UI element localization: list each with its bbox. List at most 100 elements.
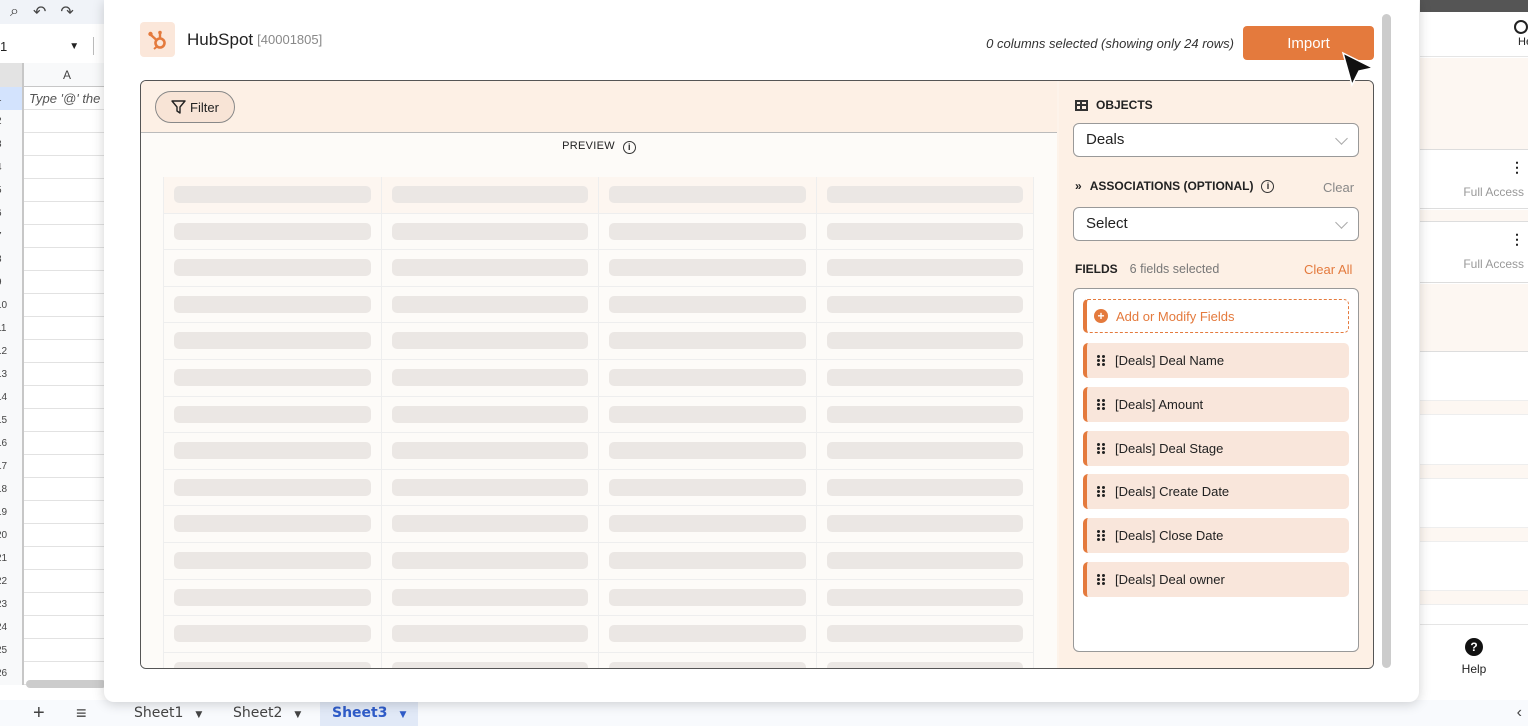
modal-scrollbar[interactable] (1382, 14, 1391, 668)
row-number[interactable]: 4 (0, 156, 24, 179)
collapse-panel-icon[interactable]: ‹ (1517, 700, 1522, 726)
row-number[interactable]: 18 (0, 478, 24, 501)
add-modify-fields-button[interactable]: + Add or Modify Fields (1083, 299, 1349, 333)
sheet-cell[interactable] (26, 616, 110, 639)
row-number[interactable]: 13 (0, 363, 24, 386)
row-number[interactable]: 23 (0, 593, 24, 616)
field-item[interactable]: [Deals] Deal Name (1083, 343, 1349, 378)
sheet-cell[interactable] (26, 156, 110, 179)
row-number[interactable]: 8 (0, 248, 24, 271)
row-number[interactable]: 17 (0, 455, 24, 478)
field-item[interactable]: [Deals] Create Date (1083, 474, 1349, 510)
sheet-cell[interactable] (26, 133, 110, 156)
info-icon[interactable]: i (1261, 179, 1275, 193)
loading-skeleton (826, 588, 1023, 606)
fields-clear-all-button[interactable]: Clear All (1304, 262, 1352, 277)
sheet-tab-sheet1[interactable]: Sheet1 ▼ (122, 700, 214, 726)
field-item[interactable]: [Deals] Close Date (1083, 518, 1349, 554)
associations-select[interactable]: Select (1073, 207, 1359, 241)
row-number[interactable]: 21 (0, 547, 24, 570)
help-button[interactable]: ? Help (1420, 624, 1528, 690)
row-number[interactable]: 16 (0, 432, 24, 455)
sheet-tab-sheet3[interactable]: Sheet3 ▼ (320, 700, 419, 726)
objects-select[interactable]: Deals (1073, 123, 1359, 157)
row-number[interactable]: 26 (0, 662, 24, 685)
drag-handle-icon[interactable] (1097, 486, 1105, 498)
sheet-cell[interactable] (26, 524, 110, 547)
sheet-cell[interactable] (26, 202, 110, 225)
caret-down-icon[interactable]: ▼ (294, 710, 301, 720)
row-number[interactable]: 12 (0, 340, 24, 363)
sheet-cell[interactable] (26, 271, 110, 294)
redo-icon[interactable]: ↷ (60, 2, 73, 22)
row-number[interactable]: 1 (0, 87, 24, 110)
undo-icon[interactable]: ↶ (33, 2, 46, 22)
sheet-cell[interactable] (26, 639, 110, 662)
row-number[interactable]: 6 (0, 202, 24, 225)
sheet-cell[interactable]: Type '@' the (26, 87, 110, 110)
caret-down-icon[interactable]: ▼ (399, 710, 406, 720)
sheet-cell[interactable] (26, 409, 110, 432)
associations-clear-button[interactable]: Clear (1323, 180, 1354, 195)
drag-handle-icon[interactable] (1097, 574, 1105, 585)
sheet-cell[interactable] (26, 110, 110, 133)
sheet-cell[interactable] (26, 547, 110, 570)
field-item[interactable]: [Deals] Deal Stage (1083, 430, 1349, 466)
select-all-corner[interactable] (0, 63, 24, 87)
sheet-cell[interactable] (26, 501, 110, 524)
filter-label: Filter (190, 99, 219, 115)
preview-row (163, 542, 1034, 580)
double-chevron-down-icon[interactable]: » (1075, 179, 1082, 193)
row-number[interactable]: 14 (0, 386, 24, 409)
row-number[interactable]: 7 (0, 225, 24, 248)
sheet-cell[interactable] (26, 432, 110, 455)
sheet-cell[interactable] (26, 248, 110, 271)
sheet-cell[interactable] (26, 340, 110, 363)
filter-button[interactable]: Filter (155, 91, 235, 123)
sheet-cell[interactable] (26, 363, 110, 386)
sheet-cell[interactable] (26, 179, 110, 202)
row-number[interactable]: 22 (0, 570, 24, 593)
row-number[interactable]: 3 (0, 133, 24, 156)
sheet-cell[interactable] (26, 294, 110, 317)
side-card[interactable]: ⋮ Full Access (1420, 151, 1528, 209)
row-number[interactable]: 11 (0, 317, 24, 340)
side-card[interactable]: ⋮ Full Access (1420, 223, 1528, 283)
associations-section-label[interactable]: » ASSOCIATIONS (OPTIONAL) i (1075, 179, 1275, 193)
all-sheets-icon[interactable]: ≡ (76, 700, 87, 726)
field-item[interactable]: [Deals] Amount (1083, 386, 1349, 422)
name-box[interactable]: 1 ▼ (0, 34, 100, 58)
row-number[interactable]: 19 (0, 501, 24, 524)
drag-handle-icon[interactable] (1097, 442, 1105, 454)
row-number[interactable]: 2 (0, 110, 24, 133)
chevron-down-icon[interactable]: ▼ (69, 41, 79, 52)
drag-handle-icon[interactable] (1097, 530, 1105, 542)
row-number[interactable]: 5 (0, 179, 24, 202)
row-number[interactable]: 9 (0, 271, 24, 294)
sheet-cell[interactable] (26, 386, 110, 409)
row-number[interactable]: 24 (0, 616, 24, 639)
sheet-cell[interactable] (26, 593, 110, 616)
column-header-a[interactable]: A (24, 63, 110, 87)
sheet-cell[interactable] (26, 455, 110, 478)
sheet-cell[interactable] (26, 478, 110, 501)
search-icon[interactable]: ⌕ (10, 3, 19, 21)
row-number[interactable]: 20 (0, 524, 24, 547)
drag-handle-icon[interactable] (1097, 355, 1105, 366)
row-number[interactable]: 25 (0, 639, 24, 662)
row-number[interactable]: 15 (0, 409, 24, 432)
sheet-cell[interactable] (26, 225, 110, 248)
drag-handle-icon[interactable] (1097, 398, 1105, 410)
field-item[interactable]: [Deals] Deal owner (1083, 562, 1349, 597)
row-number[interactable]: 10 (0, 294, 24, 317)
history-icon[interactable] (1514, 20, 1528, 34)
more-vert-icon[interactable]: ⋮ (1510, 159, 1524, 176)
more-vert-icon[interactable]: ⋮ (1510, 231, 1524, 248)
sheet-tab-sheet2[interactable]: Sheet2 ▼ (221, 700, 313, 726)
info-icon[interactable]: i (622, 141, 636, 154)
sheet-cell[interactable] (26, 570, 110, 593)
sheet-cell[interactable] (26, 317, 110, 340)
caret-down-icon[interactable]: ▼ (195, 710, 202, 720)
horizontal-scrollbar[interactable] (26, 680, 106, 688)
add-sheet-icon[interactable]: + (33, 700, 45, 726)
